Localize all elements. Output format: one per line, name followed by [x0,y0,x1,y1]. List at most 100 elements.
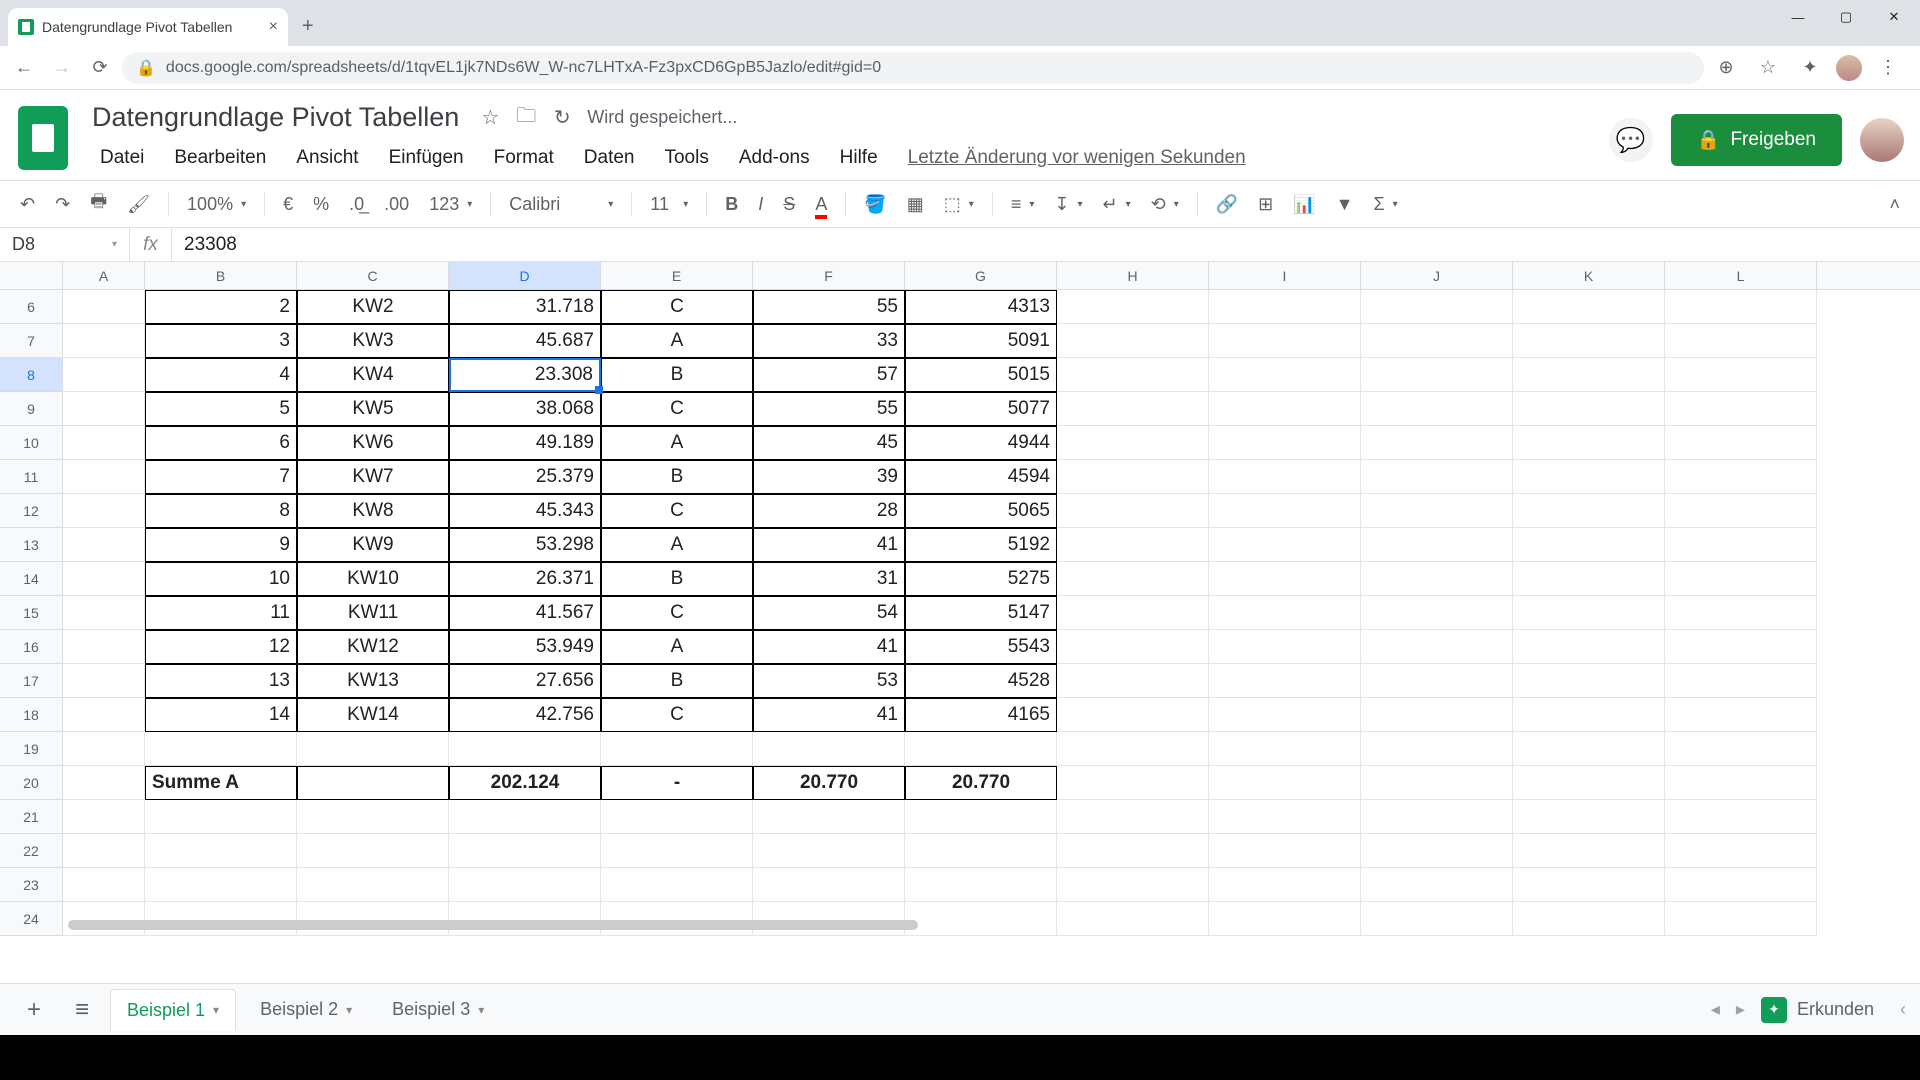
cell[interactable]: KW9 [297,528,449,562]
cell[interactable]: 10 [145,562,297,596]
cell[interactable] [63,392,145,426]
cell[interactable]: 45.343 [449,494,601,528]
column-header[interactable]: A [63,262,145,289]
cell[interactable]: 53.298 [449,528,601,562]
cell[interactable]: A [601,426,753,460]
fill-color-button[interactable]: 🪣 [856,188,894,221]
sheet-tab[interactable]: Beispiel 2▾ [244,989,368,1031]
cell[interactable] [1361,800,1513,834]
menu-datei[interactable]: Datei [86,141,158,175]
row-header[interactable]: 14 [0,562,63,596]
horizontal-scrollbar[interactable] [68,920,918,930]
cell[interactable]: 41 [753,528,905,562]
cell[interactable] [297,766,449,800]
cell[interactable]: C [601,392,753,426]
currency-button[interactable]: € [275,188,301,221]
bookmark-star-icon[interactable]: ☆ [1752,52,1784,84]
cell[interactable] [1209,902,1361,936]
menu-ansicht[interactable]: Ansicht [282,141,372,175]
row-header[interactable]: 20 [0,766,63,800]
cell[interactable] [1361,834,1513,868]
cell[interactable] [63,358,145,392]
cell[interactable] [449,800,601,834]
cell[interactable] [1057,766,1209,800]
cell[interactable]: 26.371 [449,562,601,596]
cell[interactable]: KW14 [297,698,449,732]
cell[interactable] [1057,630,1209,664]
cell[interactable] [1665,834,1817,868]
cell[interactable] [63,630,145,664]
cell[interactable] [1665,596,1817,630]
cell[interactable]: A [601,630,753,664]
sheet-nav-left-icon[interactable]: ◂ [1711,999,1720,1020]
cell[interactable]: 42.756 [449,698,601,732]
cell[interactable] [1057,460,1209,494]
name-box[interactable]: D8 [0,228,130,261]
cell[interactable] [1513,392,1665,426]
document-title[interactable]: Datengrundlage Pivot Tabellen [86,100,465,135]
cell[interactable] [905,732,1057,766]
cell[interactable]: KW2 [297,290,449,324]
cell[interactable]: 27.656 [449,664,601,698]
cell[interactable]: 33 [753,324,905,358]
cell[interactable] [1361,324,1513,358]
font-size-select[interactable]: 11 [642,188,696,221]
cell[interactable] [1361,698,1513,732]
cell[interactable]: 4313 [905,290,1057,324]
row-header[interactable]: 15 [0,596,63,630]
menu-bearbeiten[interactable]: Bearbeiten [160,141,280,175]
collapse-side-icon[interactable]: ‹ [1900,999,1906,1020]
cell[interactable]: 38.068 [449,392,601,426]
cell[interactable] [63,868,145,902]
print-button[interactable]: 🖶 [82,183,115,225]
add-sheet-button[interactable]: + [14,990,54,1030]
cell[interactable] [1665,732,1817,766]
cell[interactable] [905,868,1057,902]
cell[interactable] [1209,494,1361,528]
zoom-select[interactable]: 100% [179,188,254,221]
cell[interactable]: 5275 [905,562,1057,596]
cell[interactable]: B [601,664,753,698]
star-icon[interactable]: ☆ [479,107,501,129]
cell[interactable] [1513,630,1665,664]
cell[interactable] [601,834,753,868]
url-bar[interactable]: 🔒 docs.google.com/spreadsheets/d/1tqvEL1… [122,52,1704,84]
cell[interactable] [1209,630,1361,664]
cell[interactable] [1057,902,1209,936]
cell[interactable]: 41 [753,630,905,664]
cell[interactable] [1361,562,1513,596]
bold-button[interactable]: B [717,188,746,221]
tab-close-icon[interactable]: × [269,18,278,36]
column-header[interactable]: B [145,262,297,289]
cell[interactable] [1361,766,1513,800]
cell[interactable]: KW8 [297,494,449,528]
cell[interactable]: 41.567 [449,596,601,630]
cell[interactable]: 31.718 [449,290,601,324]
cell[interactable]: 9 [145,528,297,562]
cell[interactable] [1513,290,1665,324]
cell[interactable] [1513,698,1665,732]
cell[interactable] [63,698,145,732]
row-header[interactable]: 16 [0,630,63,664]
cell[interactable]: 5 [145,392,297,426]
cell[interactable] [1665,800,1817,834]
cell[interactable]: 45.687 [449,324,601,358]
cell[interactable] [63,800,145,834]
window-minimize-icon[interactable]: — [1776,2,1820,32]
cell[interactable]: 5147 [905,596,1057,630]
cell[interactable] [1513,426,1665,460]
cell[interactable]: KW5 [297,392,449,426]
cell[interactable] [1513,834,1665,868]
insert-link-button[interactable]: 🔗 [1208,188,1246,221]
insert-comment-button[interactable]: ⊞ [1250,188,1281,221]
cell[interactable] [63,732,145,766]
cell[interactable]: 20.770 [905,766,1057,800]
cell[interactable] [1209,596,1361,630]
insert-chart-button[interactable]: 📊 [1285,188,1323,221]
cell[interactable] [905,902,1057,936]
increase-decimal-button[interactable]: .00 [376,188,417,221]
cell[interactable]: KW4 [297,358,449,392]
cell[interactable]: KW6 [297,426,449,460]
cell[interactable]: 3 [145,324,297,358]
cell[interactable] [1513,664,1665,698]
